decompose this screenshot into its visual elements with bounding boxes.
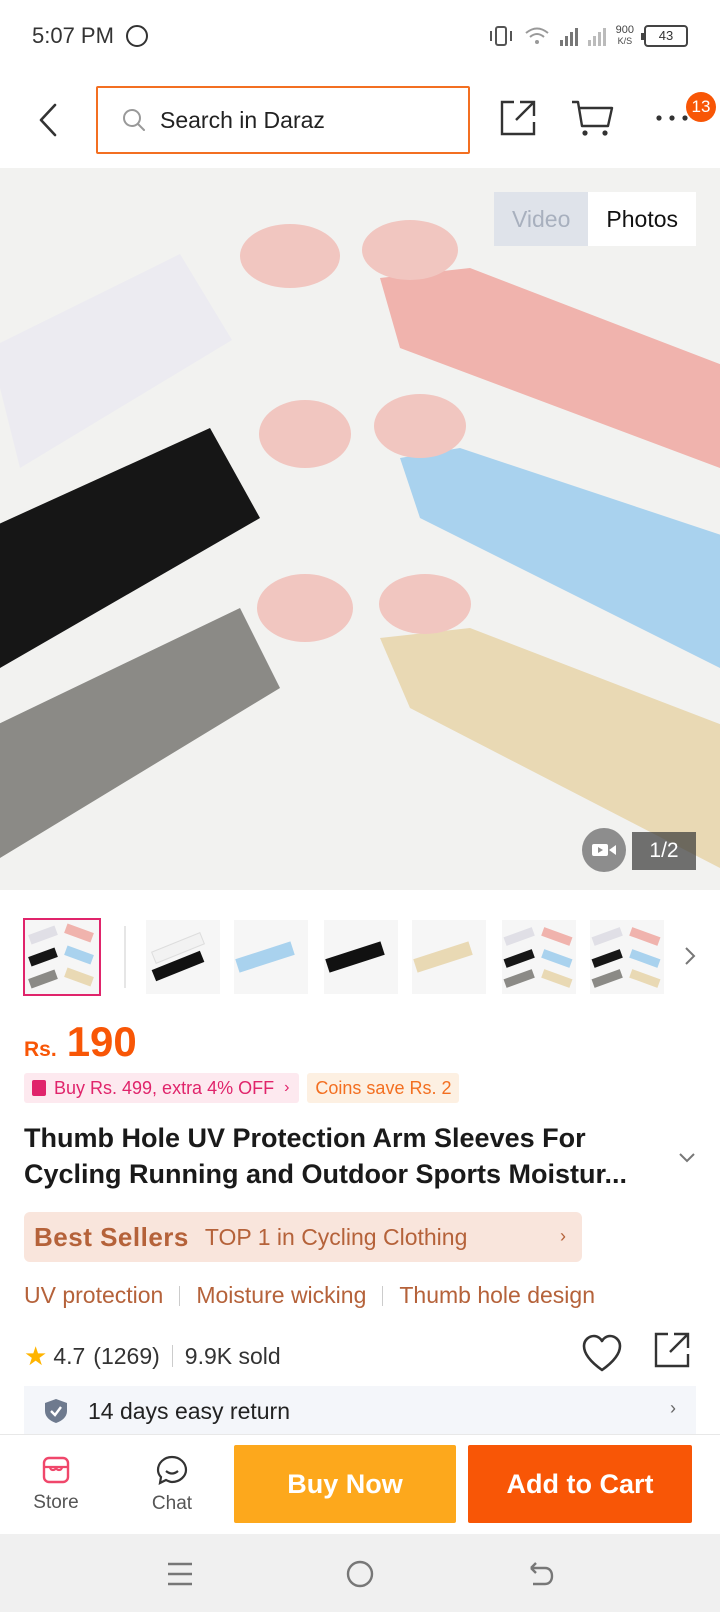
chevron-right-icon: › bbox=[284, 1079, 290, 1096]
share-button[interactable] bbox=[494, 94, 542, 142]
video-camera-icon bbox=[592, 844, 616, 856]
feature-tag: UV protection bbox=[24, 1282, 164, 1308]
price-row: Rs. 190 bbox=[24, 1018, 137, 1066]
divider bbox=[171, 1345, 173, 1367]
share-icon bbox=[654, 1332, 690, 1368]
whatsapp-icon bbox=[125, 25, 148, 47]
wishlist-button[interactable] bbox=[580, 1332, 624, 1376]
notification-badge: 13 bbox=[686, 92, 716, 122]
thumbnail-strip bbox=[0, 912, 720, 1002]
status-bar: 5:07 PM 900 K/S 43 bbox=[0, 0, 720, 72]
promo-row: Buy Rs. 499, extra 4% OFF › Coins save R… bbox=[24, 1073, 460, 1103]
thumbnail-4[interactable] bbox=[324, 920, 398, 994]
return-policy-row[interactable]: 14 days easy return › bbox=[24, 1386, 696, 1436]
tab-photos[interactable]: Photos bbox=[588, 192, 696, 246]
feature-tag: Thumb hole design bbox=[399, 1282, 595, 1308]
signal-icon bbox=[559, 26, 578, 46]
home-circle-icon bbox=[346, 1560, 374, 1588]
divider bbox=[179, 1285, 181, 1306]
feature-tag: Moisture wicking bbox=[196, 1282, 367, 1308]
status-icons: 900 K/S 43 bbox=[488, 25, 688, 47]
sleeve-image-part bbox=[0, 608, 280, 858]
wifi-icon bbox=[525, 27, 549, 44]
thumbnail-2[interactable] bbox=[146, 920, 220, 994]
net-speed: 900 K/S bbox=[616, 25, 634, 47]
back-arrow-icon bbox=[530, 1562, 554, 1586]
heart-icon bbox=[582, 1334, 622, 1372]
video-play-button[interactable] bbox=[582, 828, 626, 872]
divider bbox=[382, 1285, 384, 1306]
cart-button[interactable] bbox=[568, 94, 616, 142]
thumbnail-6[interactable] bbox=[502, 920, 576, 994]
star-icon: ★ bbox=[24, 1340, 48, 1371]
rating-row[interactable]: ★ 4.7 (1269) 9.9K sold bbox=[24, 1332, 700, 1376]
net-speed-value: 900 bbox=[615, 24, 634, 36]
thumbnail-1[interactable] bbox=[23, 918, 101, 996]
review-count: (1269) bbox=[93, 1342, 160, 1369]
share-icon bbox=[500, 100, 536, 136]
home-button[interactable] bbox=[338, 1552, 382, 1596]
image-counter: 1/2 bbox=[632, 832, 696, 870]
thumbnail-7[interactable] bbox=[590, 920, 664, 994]
battery-icon: 43 bbox=[641, 25, 688, 47]
bestseller-badge: Best Sellers bbox=[34, 1221, 189, 1252]
bottom-action-bar: Store Chat Buy Now Add to Cart bbox=[0, 1434, 720, 1534]
return-policy-text: 14 days easy return bbox=[88, 1397, 291, 1424]
chevron-right-icon bbox=[685, 947, 696, 965]
sold-count: 9.9K sold bbox=[184, 1342, 281, 1369]
search-placeholder: Search in Daraz bbox=[160, 106, 325, 133]
back-button[interactable] bbox=[20, 92, 76, 148]
thumbnail-5[interactable] bbox=[412, 920, 486, 994]
menu-icon bbox=[168, 1562, 192, 1586]
vibrate-icon bbox=[489, 26, 512, 46]
chat-label: Chat bbox=[151, 1493, 193, 1514]
system-nav-bar bbox=[0, 1534, 720, 1612]
thumbnail-3[interactable] bbox=[234, 920, 308, 994]
search-icon bbox=[123, 109, 145, 131]
signal-icon-2 bbox=[587, 26, 606, 46]
cart-icon bbox=[572, 100, 614, 136]
product-title: Thumb Hole UV Protection Arm Sleeves For… bbox=[24, 1123, 627, 1189]
bundle-promo[interactable]: Buy Rs. 499, extra 4% OFF › bbox=[24, 1073, 300, 1103]
chevron-left-icon bbox=[39, 103, 57, 137]
buy-now-button[interactable]: Buy Now bbox=[234, 1445, 456, 1523]
chat-icon bbox=[156, 1455, 188, 1485]
tab-video[interactable]: Video bbox=[493, 192, 589, 246]
store-button[interactable]: Store bbox=[16, 1435, 96, 1535]
shield-check-icon bbox=[45, 1399, 67, 1423]
feature-tags: UV protection Moisture wicking Thumb hol… bbox=[24, 1282, 595, 1309]
recent-apps-button[interactable] bbox=[158, 1552, 202, 1596]
media-toggle: Video Photos bbox=[493, 192, 696, 246]
coins-promo: Coins save Rs. 2 bbox=[307, 1073, 460, 1103]
expand-title-button[interactable] bbox=[676, 1146, 698, 1168]
rating-value: 4.7 bbox=[53, 1342, 86, 1369]
bundle-promo-text: Buy Rs. 499, extra 4% OFF bbox=[54, 1078, 275, 1098]
add-to-cart-button[interactable]: Add to Cart bbox=[468, 1445, 692, 1523]
product-image-gallery[interactable]: Video Photos 1/2 bbox=[0, 168, 720, 890]
chat-button[interactable]: Chat bbox=[132, 1435, 212, 1535]
bestseller-rank: TOP 1 in Cycling Clothing bbox=[204, 1223, 468, 1250]
chevron-right-icon: › bbox=[670, 1398, 676, 1418]
chevron-right-icon: › bbox=[560, 1226, 566, 1246]
price-value: 190 bbox=[66, 1018, 137, 1065]
thumbnail-separator bbox=[124, 926, 126, 988]
price-currency: Rs. bbox=[24, 1038, 57, 1061]
share-product-button[interactable] bbox=[652, 1330, 700, 1378]
more-dots-icon bbox=[656, 115, 688, 121]
system-back-button[interactable] bbox=[518, 1552, 562, 1596]
store-icon bbox=[42, 1456, 70, 1484]
bestseller-banner[interactable]: Best Sellers TOP 1 in Cycling Clothing › bbox=[24, 1212, 582, 1262]
status-time: 5:07 PM bbox=[32, 23, 114, 48]
search-input[interactable]: Search in Daraz bbox=[96, 86, 470, 154]
top-header: Search in Daraz 13 bbox=[0, 72, 720, 168]
voucher-icon bbox=[32, 1080, 46, 1096]
thumbnail-next-button[interactable] bbox=[676, 942, 704, 970]
net-speed-unit: K/S bbox=[617, 36, 633, 46]
chevron-down-icon bbox=[679, 1153, 695, 1163]
store-label: Store bbox=[33, 1492, 79, 1513]
product-image bbox=[0, 220, 720, 868]
